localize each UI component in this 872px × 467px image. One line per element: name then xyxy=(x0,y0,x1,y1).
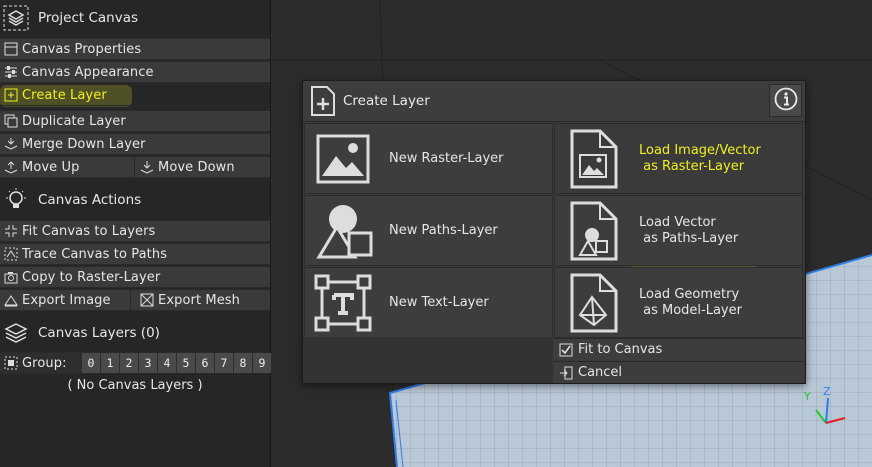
load-geometry-label: Load Geometry as Model-Layer xyxy=(639,286,742,318)
trace-icon xyxy=(0,247,22,261)
cancel-button[interactable]: Cancel xyxy=(554,361,805,383)
export-row: Export Image Export Mesh xyxy=(0,289,270,311)
image-file-icon xyxy=(563,129,623,189)
fit-to-canvas-label: Fit to Canvas xyxy=(578,342,663,357)
canvas-appearance-label: Canvas Appearance xyxy=(22,64,154,80)
move-row: Move Up Move Down xyxy=(0,156,270,178)
create-layer-label: Create Layer xyxy=(22,87,107,103)
canvas-actions-title: Canvas Actions xyxy=(38,192,142,208)
group-button-6[interactable]: 6 xyxy=(196,353,214,373)
move-down-label: Move Down xyxy=(158,159,235,175)
layers-icon xyxy=(0,317,32,349)
info-icon xyxy=(774,87,798,115)
canvas-properties-label: Canvas Properties xyxy=(22,41,142,57)
export-mesh-icon xyxy=(136,293,158,307)
add-file-icon xyxy=(303,85,343,117)
canvas-properties-item[interactable]: Canvas Properties xyxy=(0,38,270,60)
text-frame-icon xyxy=(313,273,373,333)
trace-canvas-to-paths-item[interactable]: Trace Canvas to Paths xyxy=(0,243,270,265)
create-layer-dialog: Create Layer New Raster-Layer Load Image… xyxy=(302,80,806,384)
move-up-icon xyxy=(0,160,22,174)
dialog-empty-area xyxy=(303,337,553,383)
geometry-file-icon xyxy=(563,273,623,333)
move-up-button[interactable]: Move Up xyxy=(0,157,134,177)
duplicate-icon xyxy=(0,114,22,128)
group-row: Group: 0 1 2 3 4 5 6 7 8 9 xyxy=(0,352,272,374)
canvas-layers-header[interactable]: Canvas Layers (0) xyxy=(0,315,270,351)
load-image-vector-label: Load Image/Vector as Raster-Layer xyxy=(639,142,761,174)
group-button-1[interactable]: 1 xyxy=(101,353,119,373)
move-down-icon xyxy=(136,160,158,174)
project-canvas-header[interactable]: Project Canvas xyxy=(0,0,270,36)
axis-z-label: Z xyxy=(823,385,831,398)
add-layer-icon xyxy=(0,88,22,102)
dialog-header: Create Layer xyxy=(303,81,805,122)
copy-to-raster-label: Copy to Raster-Layer xyxy=(22,269,161,285)
group-button-9[interactable]: 9 xyxy=(253,353,271,373)
export-image-icon xyxy=(0,293,22,307)
shapes-icon xyxy=(313,201,373,261)
duplicate-layer-label: Duplicate Layer xyxy=(22,113,126,129)
fit-canvas-label: Fit Canvas to Layers xyxy=(22,223,156,239)
group-button-5[interactable]: 5 xyxy=(177,353,195,373)
group-button-7[interactable]: 7 xyxy=(215,353,233,373)
merge-down-layer-label: Merge Down Layer xyxy=(22,136,146,152)
lightbulb-icon xyxy=(0,184,32,216)
merge-down-icon xyxy=(0,137,22,151)
new-text-layer-label: New Text-Layer xyxy=(389,294,489,310)
load-vector-tile[interactable]: Load Vector as Paths-Layer xyxy=(554,195,803,266)
duplicate-layer-item[interactable]: Duplicate Layer xyxy=(0,110,270,132)
group-button-2[interactable]: 2 xyxy=(120,353,138,373)
export-mesh-label: Export Mesh xyxy=(158,292,241,308)
new-raster-layer-tile[interactable]: New Raster-Layer xyxy=(304,123,553,194)
info-button[interactable] xyxy=(769,84,802,117)
camera-icon xyxy=(0,270,22,284)
merge-down-layer-item[interactable]: Merge Down Layer xyxy=(0,133,270,155)
image-icon xyxy=(313,129,373,189)
new-text-layer-tile[interactable]: New Text-Layer xyxy=(304,267,553,338)
load-image-vector-tile[interactable]: Load Image/Vector as Raster-Layer xyxy=(554,123,803,194)
load-geometry-tile[interactable]: Load Geometry as Model-Layer xyxy=(554,267,803,338)
canvas-actions-header[interactable]: Canvas Actions xyxy=(0,182,270,218)
group-button-3[interactable]: 3 xyxy=(139,353,157,373)
load-vector-label: Load Vector as Paths-Layer xyxy=(639,214,739,246)
export-mesh-button[interactable]: Export Mesh xyxy=(136,290,270,310)
fit-canvas-to-layers-item[interactable]: Fit Canvas to Layers xyxy=(0,220,270,242)
properties-icon xyxy=(0,42,22,56)
sliders-icon xyxy=(0,65,22,79)
group-button-4[interactable]: 4 xyxy=(158,353,176,373)
export-image-label: Export Image xyxy=(22,292,111,308)
group-button-8[interactable]: 8 xyxy=(234,353,252,373)
exit-icon xyxy=(554,366,578,380)
group-label: Group: xyxy=(22,355,67,371)
trace-canvas-label: Trace Canvas to Paths xyxy=(22,246,168,262)
project-canvas-panel: Project Canvas Canvas Properties Canvas … xyxy=(0,0,271,467)
project-canvas-icon xyxy=(0,2,32,34)
no-layers-text: ( No Canvas Layers ) xyxy=(67,378,203,393)
checkbox-checked-icon xyxy=(554,343,578,357)
dialog-title: Create Layer xyxy=(343,93,430,109)
move-up-label: Move Up xyxy=(22,159,80,175)
new-paths-layer-tile[interactable]: New Paths-Layer xyxy=(304,195,553,266)
group-button-0[interactable]: 0 xyxy=(82,353,100,373)
axis-y-label: Y xyxy=(803,390,811,403)
group-buttons: 0 1 2 3 4 5 6 7 8 9 xyxy=(82,353,272,373)
project-canvas-title: Project Canvas xyxy=(38,10,139,26)
canvas-appearance-item[interactable]: Canvas Appearance xyxy=(0,61,270,83)
shapes-file-icon xyxy=(563,201,623,261)
export-image-button[interactable]: Export Image xyxy=(0,290,130,310)
new-raster-layer-label: New Raster-Layer xyxy=(389,150,504,166)
fit-icon xyxy=(0,224,22,238)
create-layer-item[interactable]: Create Layer xyxy=(0,84,270,106)
group-icon xyxy=(0,356,22,370)
move-down-button[interactable]: Move Down xyxy=(136,157,270,177)
fit-to-canvas-checkbox[interactable]: Fit to Canvas xyxy=(554,338,805,360)
copy-to-raster-layer-item[interactable]: Copy to Raster-Layer xyxy=(0,266,270,288)
new-paths-layer-label: New Paths-Layer xyxy=(389,222,498,238)
cancel-label: Cancel xyxy=(578,365,623,380)
canvas-layers-title: Canvas Layers (0) xyxy=(38,325,160,341)
